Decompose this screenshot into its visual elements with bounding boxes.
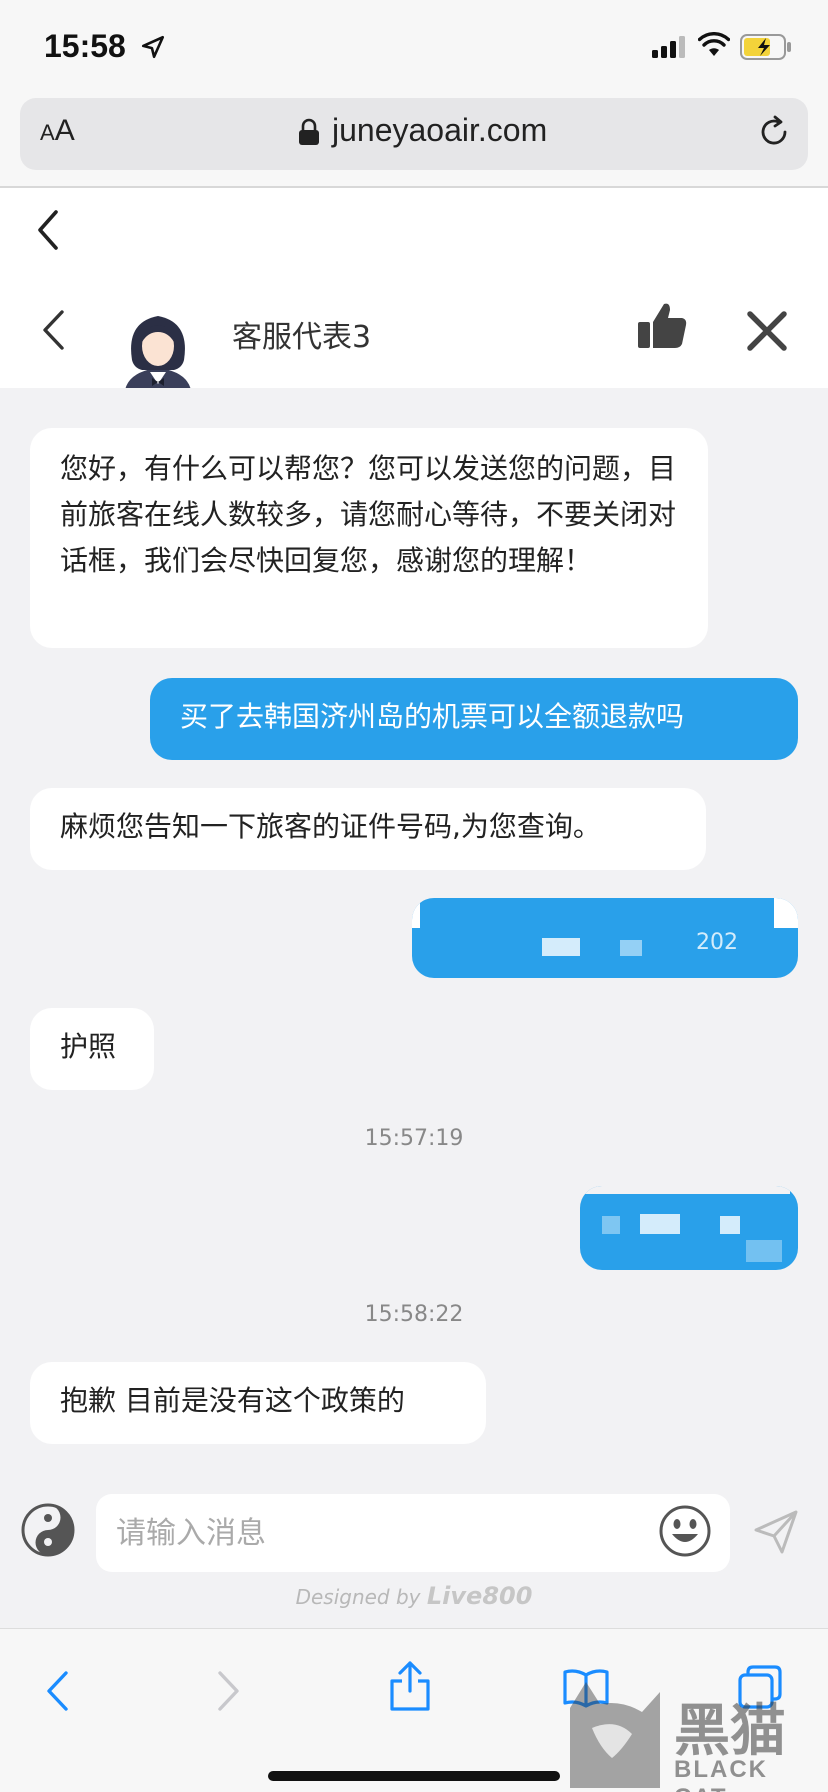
agent-name: 客服代表3 bbox=[232, 320, 372, 355]
chat-messages[interactable]: 您好，有什么可以帮您？您可以发送您的问题，目前旅客在线人数较多，请您耐心等待，不… bbox=[0, 388, 828, 1478]
thumbs-up-icon[interactable] bbox=[636, 300, 688, 350]
message-bubble-agent: 抱歉 目前是没有这个政策的 bbox=[30, 1362, 486, 1444]
reload-icon[interactable] bbox=[756, 114, 792, 150]
cellular-signal-icon bbox=[652, 36, 685, 58]
url-text[interactable]: juneyaoair.com bbox=[332, 112, 547, 149]
redaction-mark bbox=[746, 1240, 782, 1262]
redaction-mark bbox=[640, 1214, 680, 1234]
agent-avatar bbox=[124, 316, 192, 398]
voice-toggle-icon[interactable] bbox=[20, 1502, 76, 1558]
message-text: 您好，有什么可以帮您？您可以发送您的问题，目前旅客在线人数较多，请您耐心等待，不… bbox=[60, 452, 677, 577]
watermark-subtext: BLACK CAT bbox=[674, 1756, 768, 1792]
message-text: 202 bbox=[696, 930, 738, 955]
message-text: 麻烦您告知一下旅客的证件号码,为您查询。 bbox=[60, 810, 601, 843]
message-input[interactable] bbox=[96, 1494, 730, 1572]
address-bar[interactable]: AA juneyaoair.com bbox=[20, 98, 808, 170]
battery-icon bbox=[740, 34, 791, 60]
home-indicator bbox=[268, 1771, 560, 1781]
page-nav-row bbox=[0, 188, 828, 274]
message-text: 护照 bbox=[60, 1030, 117, 1063]
watermark-text: 黑猫 bbox=[674, 1699, 786, 1764]
status-time: 15:58 bbox=[44, 28, 126, 64]
black-cat-watermark: 黑猫 BLACK CAT bbox=[556, 1678, 828, 1792]
status-bar: 15:58 bbox=[0, 0, 828, 90]
location-arrow-icon bbox=[141, 35, 165, 59]
close-icon[interactable] bbox=[746, 310, 788, 352]
message-timestamp: 15:57:19 bbox=[364, 1126, 464, 1151]
send-icon[interactable] bbox=[752, 1508, 800, 1556]
emoji-icon[interactable] bbox=[658, 1504, 712, 1558]
message-bubble-agent: 您好，有什么可以帮您？您可以发送您的问题，目前旅客在线人数较多，请您耐心等待，不… bbox=[30, 428, 708, 648]
page-back-icon[interactable] bbox=[36, 208, 60, 252]
message-text: 抱歉 目前是没有这个政策的 bbox=[60, 1384, 405, 1417]
designed-by-label: Designed by bbox=[295, 1585, 421, 1609]
redaction-mark bbox=[720, 1216, 740, 1234]
chat-input-bar: Designed by Live800 bbox=[0, 1478, 828, 1628]
redaction-mark bbox=[580, 1186, 790, 1194]
message-bubble-agent: 麻烦您告知一下旅客的证件号码,为您查询。 bbox=[30, 788, 706, 870]
reader-settings-button[interactable]: AA bbox=[40, 114, 75, 148]
designed-by-footer: Designed by Live800 bbox=[0, 1582, 828, 1610]
wifi-icon bbox=[698, 32, 730, 56]
message-bubble-user-redacted: 202 bbox=[412, 898, 798, 978]
redaction-mark bbox=[542, 938, 580, 956]
browser-forward-icon[interactable] bbox=[216, 1669, 242, 1713]
message-text: 买了去韩国济州岛的机票可以全额退款吗 bbox=[180, 700, 685, 733]
message-timestamp: 15:58:22 bbox=[364, 1302, 464, 1327]
redaction-mark bbox=[412, 898, 420, 928]
redaction-mark bbox=[620, 940, 642, 956]
lock-icon bbox=[299, 118, 319, 145]
chat-header: 客服代表3 bbox=[0, 274, 828, 398]
message-bubble-user-redacted bbox=[580, 1186, 798, 1270]
browser-back-icon[interactable] bbox=[44, 1669, 70, 1713]
message-bubble-agent: 护照 bbox=[30, 1008, 154, 1090]
live800-brand: Live800 bbox=[426, 1582, 533, 1610]
black-cat-logo-icon bbox=[570, 1682, 660, 1788]
redaction-mark bbox=[774, 898, 798, 928]
message-bubble-user: 买了去韩国济州岛的机票可以全额退款吗 bbox=[150, 678, 798, 760]
share-icon[interactable] bbox=[388, 1659, 432, 1713]
chat-back-icon[interactable] bbox=[40, 308, 66, 352]
redaction-mark bbox=[602, 1216, 620, 1234]
